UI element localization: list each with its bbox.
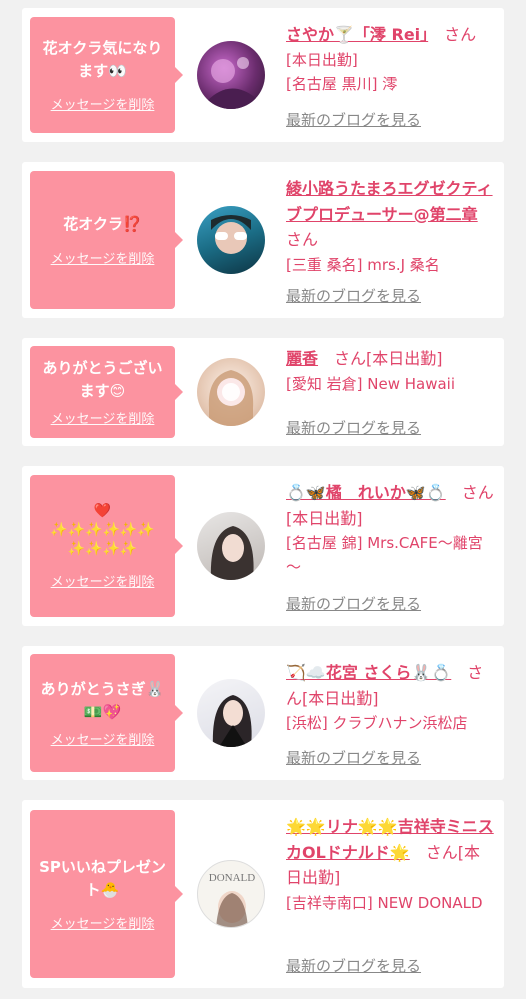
card-info: 麗香 さん[本日出勤] [愛知 岩倉] New Hawaii 最新のブログを見る	[286, 346, 494, 438]
avatar[interactable]	[197, 512, 265, 580]
honorific: さん	[334, 349, 367, 368]
latest-blog-link[interactable]: 最新のブログを見る	[286, 417, 421, 438]
message-bubble: ありがとうございます😊 メッセージを削除	[30, 346, 183, 438]
shop-name: [浜松] クラブハナン浜松店	[286, 714, 468, 733]
cast-name-row: 綾小路うたまろエグゼクティブプロデューサー@第二章 さん	[286, 176, 494, 253]
work-status: [本日出勤]	[366, 349, 443, 368]
message-text: ❤️ ✨✨✨✨✨✨ ✨✨✨✨	[50, 503, 155, 557]
avatar-photo-icon	[210, 526, 254, 580]
cast-name-row: さやか🍸「澪 Rei」 さん	[286, 22, 494, 48]
latest-blog-link[interactable]: 最新のブログを見る	[286, 747, 421, 768]
shop-name: [三重 桑名] mrs.J 桑名	[286, 255, 440, 274]
work-status: [本日出勤]	[286, 508, 363, 528]
shop-name: [名古屋 錦] Mrs.CAFE～離宮～	[286, 534, 483, 577]
latest-blog-link[interactable]: 最新のブログを見る	[286, 109, 421, 130]
avatar[interactable]	[197, 358, 265, 426]
message-bubble: 花オクラ気になります👀 メッセージを削除	[30, 17, 183, 133]
message-text: ありがとうさぎ🐰💵💖	[40, 680, 165, 721]
shop-name: [名古屋 黒川] 澪	[286, 74, 398, 93]
shop-name: [吉祥寺南口] NEW DONALD	[286, 893, 483, 912]
delete-message-link[interactable]: メッセージを削除	[51, 94, 155, 113]
avatar[interactable]: DONALD	[197, 860, 265, 928]
cast-name-link[interactable]: 🏹☁️花宮 さくら🐰💍	[286, 663, 451, 682]
message-bubble: ❤️ ✨✨✨✨✨✨ ✨✨✨✨ メッセージを削除	[30, 475, 183, 617]
delete-message-link[interactable]: メッセージを削除	[51, 913, 155, 932]
delete-message-link[interactable]: メッセージを削除	[51, 248, 155, 267]
message-card: ありがとうさぎ🐰💵💖 メッセージを削除 🏹☁️花宮 さくら🐰💍 さん[本日出勤]…	[22, 646, 504, 780]
shop-name: [愛知 岩倉] New Hawaii	[286, 374, 455, 393]
message-text: ありがとうございます😊	[42, 359, 163, 400]
delete-message-link[interactable]: メッセージを削除	[51, 408, 155, 427]
message-card: 花オクラ気になります👀 メッセージを削除 さやか🍸「澪 Rei」 さん [本日出…	[22, 8, 504, 142]
honorific: さん	[461, 483, 494, 502]
avatar-photo-icon	[212, 695, 252, 747]
avatar[interactable]	[197, 206, 265, 274]
avatar-photo-icon	[208, 370, 254, 426]
message-text: SPいいねプレゼント🐣	[39, 858, 166, 899]
avatar-photo-icon	[211, 215, 251, 254]
card-info: さやか🍸「澪 Rei」 さん [本日出勤] [名古屋 黒川] 澪 最新のブログを…	[286, 22, 494, 130]
message-card: ありがとうございます😊 メッセージを削除 麗香 さん[本日出勤] [愛知 岩倉]…	[22, 338, 504, 446]
latest-blog-link[interactable]: 最新のブログを見る	[286, 955, 421, 976]
latest-blog-link[interactable]: 最新のブログを見る	[286, 593, 421, 614]
cast-name-link[interactable]: 麗香	[286, 349, 318, 368]
honorific: さん	[425, 842, 458, 862]
avatar-photo-icon: DONALD	[209, 872, 255, 927]
message-text: 花オクラ気になります👀	[42, 39, 163, 80]
message-text: 花オクラ⁉️	[63, 215, 142, 234]
latest-blog-link[interactable]: 最新のブログを見る	[286, 285, 421, 306]
delete-message-link[interactable]: メッセージを削除	[51, 729, 155, 748]
cast-name-row: 💍🦋橘 れいか🦋💍 さん [本日出勤]	[286, 480, 494, 531]
honorific: さん	[444, 25, 477, 44]
honorific: さん	[286, 230, 319, 250]
card-info: 🌟🌟リナ🌟🌟吉祥寺ミニスカOLドナルド🌟 さん[本日出勤] [吉祥寺南口] NE…	[286, 814, 494, 976]
message-bubble: ありがとうさぎ🐰💵💖 メッセージを削除	[30, 654, 183, 772]
avatar[interactable]	[197, 679, 265, 747]
avatar-logo-text: DONALD	[209, 872, 255, 884]
card-info: 🏹☁️花宮 さくら🐰💍 さん[本日出勤] [浜松] クラブハナン浜松店 最新のブ…	[286, 660, 494, 768]
message-card: ❤️ ✨✨✨✨✨✨ ✨✨✨✨ メッセージを削除 💍🦋橘 れいか🦋💍 さん [本日出…	[22, 466, 504, 626]
cast-name-row: 麗香 さん[本日出勤]	[286, 346, 494, 372]
card-info: 綾小路うたまろエグゼクティブプロデューサー@第二章 さん [三重 桑名] mrs…	[286, 176, 494, 306]
message-card: SPいいねプレゼント🐣 メッセージを削除 DONALD 🌟🌟リナ🌟🌟吉祥寺ミニス…	[22, 800, 504, 988]
avatar[interactable]	[197, 41, 265, 109]
cast-name-link[interactable]: さやか🍸「澪 Rei」	[286, 25, 428, 44]
card-info: 💍🦋橘 れいか🦋💍 さん[本日出勤] [名古屋 錦] Mrs.CAFE～離宮～ …	[286, 480, 494, 614]
cast-name-link[interactable]: 💍🦋橘 れいか🦋💍	[286, 483, 446, 502]
avatar-photo-icon	[207, 57, 257, 109]
work-status: [本日出勤]	[302, 688, 379, 708]
message-bubble: 花オクラ⁉️ メッセージを削除	[30, 171, 183, 309]
work-status: [本日出勤]	[286, 50, 358, 69]
cast-name-row: 🌟🌟リナ🌟🌟吉祥寺ミニスカOLドナルド🌟 さん[本日出勤]	[286, 814, 494, 891]
message-card: 花オクラ⁉️ メッセージを削除 綾小路うたまろエグゼクティブプロデューサー@第二…	[22, 162, 504, 318]
cast-name-link[interactable]: 綾小路うたまろエグゼクティブプロデューサー@第二章	[286, 179, 493, 224]
cast-name-row: 🏹☁️花宮 さくら🐰💍 さん[本日出勤]	[286, 660, 494, 711]
message-bubble: SPいいねプレゼント🐣 メッセージを削除	[30, 810, 183, 978]
delete-message-link[interactable]: メッセージを削除	[51, 571, 155, 590]
